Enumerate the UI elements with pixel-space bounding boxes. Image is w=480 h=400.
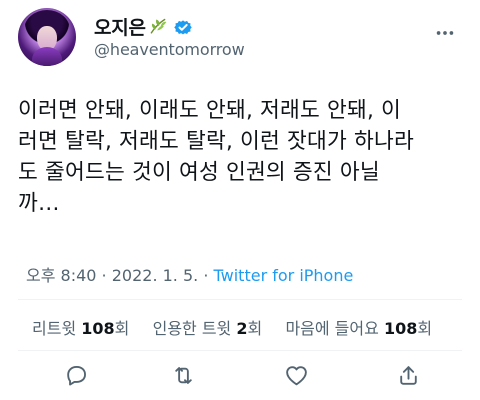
tweet-timestamp: 오후 8:40 · 2022. 1. 5. · Twitter for iPho…: [26, 262, 353, 286]
tweet: 오지은 @heaventomorrow 이러면 안돼, 이래도 안돼, 저래도 …: [0, 0, 480, 400]
share-button[interactable]: [391, 360, 425, 394]
tweet-header: 오지은 @heaventomorrow: [18, 8, 462, 66]
meta-separator: ·: [96, 266, 112, 285]
author-handle[interactable]: @heaventomorrow: [94, 40, 245, 59]
avatar[interactable]: [18, 8, 76, 66]
likes-count: 108: [383, 319, 418, 338]
retweets-label: 리트윗: [32, 319, 77, 338]
retweets-unit: 회: [114, 319, 130, 338]
quotes-unit: 회: [247, 319, 263, 338]
avatar-neck: [32, 47, 62, 66]
author-block[interactable]: 오지은 @heaventomorrow: [94, 15, 245, 59]
meta-separator-2: ·: [198, 266, 214, 285]
quotes-stat[interactable]: 인용한 트윗 2회: [153, 319, 268, 338]
author-display-name[interactable]: 오지은: [94, 13, 146, 40]
quotes-count: 2: [236, 319, 248, 338]
leaf-emoji-icon: [148, 17, 168, 37]
tweet-text: 이러면 안돼, 이래도 안돼, 저래도 안돼, 이 러면 탈락, 저래도 탈락,…: [18, 98, 414, 216]
tweet-time[interactable]: 오후 8:40: [26, 266, 96, 285]
retweet-button[interactable]: [166, 360, 200, 394]
retweets-stat[interactable]: 리트윗 108회: [32, 319, 135, 338]
tweet-date[interactable]: 2022. 1. 5.: [112, 266, 199, 285]
verified-badge-icon: [173, 17, 193, 37]
tweet-actions: [0, 360, 480, 396]
author-name-row: 오지은: [94, 13, 245, 40]
share-icon: [396, 363, 421, 392]
divider: [18, 299, 462, 300]
more-horizontal-icon: [434, 22, 456, 48]
more-options-button[interactable]: [428, 18, 462, 52]
reply-icon: [64, 363, 89, 392]
retweets-count: 108: [81, 319, 115, 338]
reply-button[interactable]: [59, 360, 93, 394]
heart-icon: [284, 363, 309, 392]
divider-2: [18, 350, 462, 351]
tweet-source-link[interactable]: Twitter for iPhone: [214, 266, 354, 285]
retweet-icon: [171, 363, 196, 392]
likes-label: 마음에 들어요: [285, 319, 379, 338]
likes-stat[interactable]: 마음에 들어요 108회: [285, 319, 432, 338]
tweet-stats: 리트윗 108회 인용한 트윗 2회 마음에 들어요 108회: [32, 315, 432, 339]
likes-unit: 회: [417, 319, 433, 338]
like-button[interactable]: [279, 360, 313, 394]
quotes-label: 인용한 트윗: [152, 319, 232, 338]
